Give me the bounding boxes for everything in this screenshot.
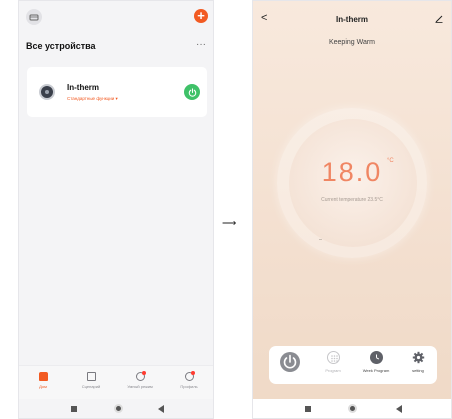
device-card[interactable]: In-therm Стандартные функции ▾ (27, 67, 207, 117)
control-label: Program (325, 368, 341, 373)
thermostat-device-icon (39, 84, 55, 100)
device-functions-dropdown[interactable]: Стандартные функции ▾ (67, 96, 118, 102)
home-nav-icon[interactable] (348, 404, 357, 413)
control-label: setting (412, 368, 424, 373)
week-program-icon (369, 351, 383, 364)
back-nav-icon[interactable] (396, 405, 402, 413)
device-name: In-therm (67, 83, 99, 92)
control-label: Week Program (362, 368, 390, 373)
program-icon (326, 351, 340, 364)
tab-smart[interactable]: Умный режим (116, 370, 164, 389)
device-title: In-therm (336, 15, 368, 24)
top-bar: + Все устройства ··· (19, 1, 213, 61)
recents-icon[interactable] (305, 406, 311, 412)
tab-home[interactable]: Дом (19, 370, 67, 389)
transition-arrow: ⟶ (222, 218, 237, 229)
home-nav-icon[interactable] (114, 404, 123, 413)
power-icon (188, 87, 196, 97)
system-nav-bar (253, 399, 451, 418)
home-icon (38, 372, 48, 381)
setting-button[interactable]: setting (399, 351, 437, 373)
add-device-button[interactable]: + (194, 9, 208, 23)
temperature-unit: °C (387, 158, 394, 164)
thermostat-screen: < In-therm Keeping Warm 18.0 °C Current … (252, 0, 452, 419)
recents-icon[interactable] (71, 406, 77, 412)
power-icon (280, 352, 300, 372)
bottom-tab-bar: Дом Сценарий Умный режим Профиль (19, 365, 213, 399)
gear-icon (412, 351, 425, 364)
more-icon[interactable]: ··· (196, 39, 206, 50)
screenshot-canvas: + Все устройства ··· In-therm Стандартны… (0, 0, 452, 419)
back-nav-icon[interactable] (158, 405, 164, 413)
tab-profile[interactable]: Профиль (165, 370, 213, 389)
program-button[interactable]: Program (314, 351, 352, 373)
edit-icon[interactable] (435, 15, 443, 23)
power-button[interactable] (271, 351, 309, 376)
scene-icon (86, 372, 96, 381)
home-selector-icon[interactable] (26, 9, 42, 25)
smart-icon (135, 371, 146, 381)
notification-dot (141, 371, 146, 375)
tab-label: Дом (39, 384, 47, 389)
tab-label: Профиль (180, 384, 198, 389)
dial-handle[interactable] (319, 239, 322, 240)
device-power-button[interactable] (184, 84, 200, 100)
profile-icon (184, 371, 195, 381)
tab-scene[interactable]: Сценарий (67, 370, 115, 389)
system-nav-bar (19, 399, 213, 418)
device-list-screen: + Все устройства ··· In-therm Стандартны… (18, 0, 214, 419)
page-title: Все устройства (26, 41, 96, 51)
control-panel: Program Week Program setting (269, 346, 437, 384)
notification-dot (190, 371, 195, 375)
week-program-button[interactable]: Week Program (357, 351, 395, 373)
set-temperature: 18.0 (321, 157, 383, 187)
mode-status: Keeping Warm (328, 39, 376, 46)
tab-label: Сценарий (81, 384, 101, 389)
current-temperature: Current temperature 23.5°C (321, 197, 383, 203)
tab-label: Умный режим (127, 384, 153, 389)
